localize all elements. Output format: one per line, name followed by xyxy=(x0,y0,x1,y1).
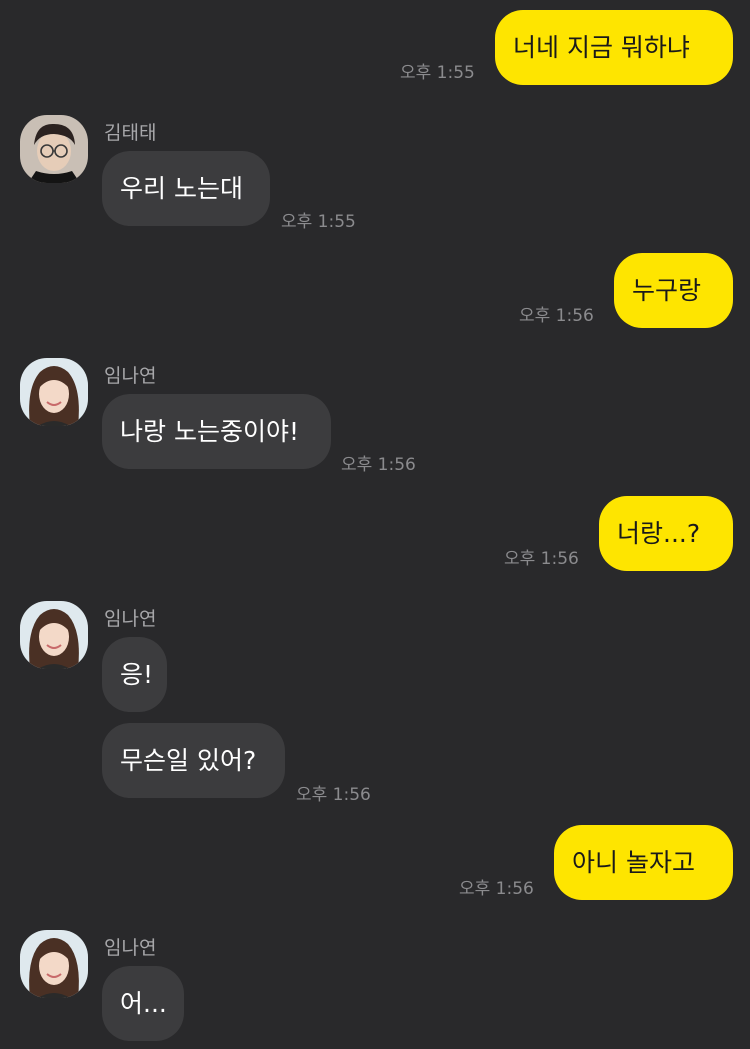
message-bubble[interactable]: 너랑...? xyxy=(599,496,733,571)
profile-avatar[interactable] xyxy=(20,115,88,183)
avatar-girl-icon xyxy=(20,358,88,426)
message-time: 오후 1:56 xyxy=(504,549,579,569)
message-bubble[interactable]: 무슨일 있어? xyxy=(102,723,285,798)
message-time: 오후 1:56 xyxy=(296,785,371,805)
avatar-girl-icon xyxy=(20,601,88,669)
message-time: 오후 1:55 xyxy=(281,212,356,232)
message-bubble[interactable]: 우리 노는대 xyxy=(102,151,270,226)
avatar-boy-glasses-icon xyxy=(20,115,88,183)
message-time: 오후 1:56 xyxy=(459,879,534,899)
message-bubble[interactable]: 아니 놀자고 xyxy=(554,825,733,900)
message-bubble[interactable]: 누구랑 xyxy=(614,253,733,328)
sender-name: 임나연 xyxy=(104,937,157,959)
sender-name: 임나연 xyxy=(104,608,157,630)
message-time: 오후 1:56 xyxy=(341,455,416,475)
profile-avatar[interactable] xyxy=(20,358,88,426)
profile-avatar[interactable] xyxy=(20,601,88,669)
message-bubble[interactable]: 응! xyxy=(102,637,167,712)
avatar-girl-icon xyxy=(20,930,88,998)
message-time: 오후 1:56 xyxy=(519,306,594,326)
message-bubble[interactable]: 너네 지금 뭐하냐 xyxy=(495,10,733,85)
message-time: 오후 1:55 xyxy=(400,63,475,83)
profile-avatar[interactable] xyxy=(20,930,88,998)
message-bubble[interactable]: 나랑 노는중이야! xyxy=(102,394,331,469)
sender-name: 임나연 xyxy=(104,365,157,387)
sender-name: 김태태 xyxy=(104,122,157,144)
message-bubble[interactable]: 어... xyxy=(102,966,184,1041)
